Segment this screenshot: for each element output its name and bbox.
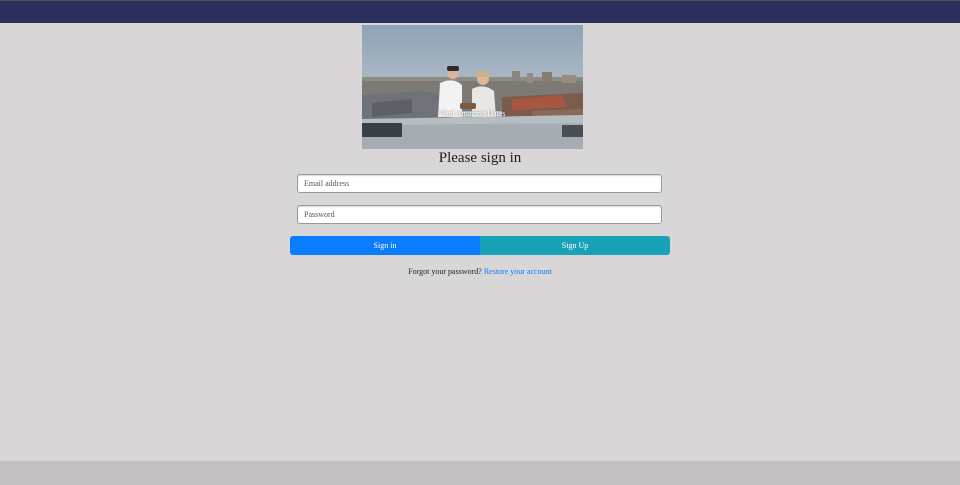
- email-field[interactable]: [297, 174, 662, 193]
- signin-button[interactable]: Sign in: [290, 236, 480, 255]
- password-field[interactable]: [297, 205, 662, 224]
- forgot-password-line: Forgot your password? Restore your accou…: [290, 267, 670, 276]
- hero-caption: Find Amazing Dates: [439, 109, 506, 118]
- page-footer: [0, 461, 960, 485]
- signin-heading: Please sign in: [438, 150, 522, 166]
- restore-account-link[interactable]: Restore your account: [484, 267, 552, 276]
- forgot-password-text: Forgot your password?: [408, 267, 482, 276]
- top-navbar: [0, 0, 960, 23]
- hero-image: Find Amazing Dates: [362, 25, 583, 149]
- signup-button[interactable]: Sign Up: [480, 236, 670, 255]
